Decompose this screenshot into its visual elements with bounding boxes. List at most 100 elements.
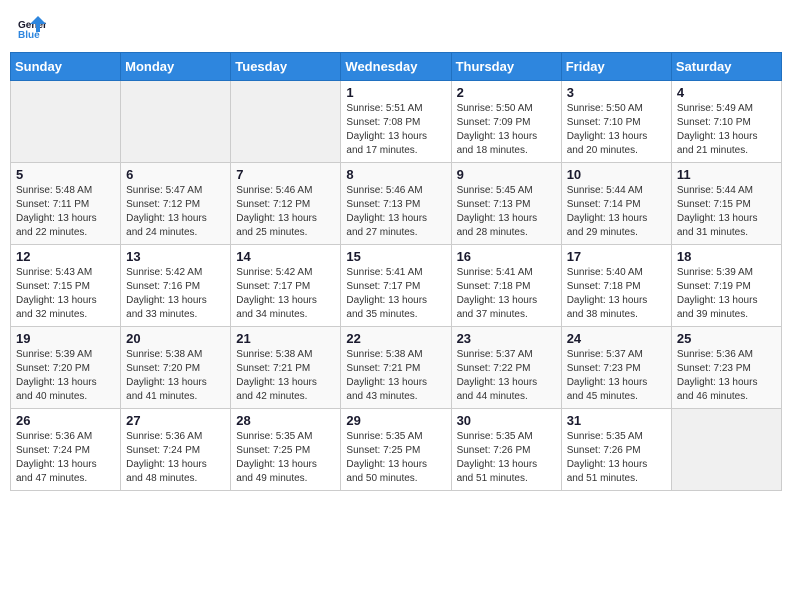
day-detail: Sunrise: 5:38 AM Sunset: 7:20 PM Dayligh… xyxy=(126,348,225,404)
day-detail: Sunrise: 5:35 AM Sunset: 7:26 PM Dayligh… xyxy=(457,430,556,486)
calendar-cell: 1Sunrise: 5:51 AM Sunset: 7:08 PM Daylig… xyxy=(341,81,451,163)
day-number: 25 xyxy=(677,331,776,346)
day-detail: Sunrise: 5:46 AM Sunset: 7:13 PM Dayligh… xyxy=(346,184,445,240)
day-number: 31 xyxy=(567,413,666,428)
calendar-cell: 12Sunrise: 5:43 AM Sunset: 7:15 PM Dayli… xyxy=(11,245,121,327)
day-detail: Sunrise: 5:35 AM Sunset: 7:25 PM Dayligh… xyxy=(236,430,335,486)
calendar-cell: 29Sunrise: 5:35 AM Sunset: 7:25 PM Dayli… xyxy=(341,409,451,491)
calendar-cell xyxy=(231,81,341,163)
day-number: 2 xyxy=(457,85,556,100)
calendar-cell: 19 Sunrise: 5:39 AM Sunset: 7:20 PM Dayli… xyxy=(11,327,121,409)
day-detail: Sunrise: 5:41 AM Sunset: 7:18 PM Dayligh… xyxy=(457,266,556,322)
weekday-header-row: SundayMondayTuesdayWednesdayThursdayFrid… xyxy=(11,53,782,81)
day-detail: Sunrise: 5:37 AM Sunset: 7:22 PM Dayligh… xyxy=(457,348,556,404)
day-detail: Sunrise: 5:46 AM Sunset: 7:12 PM Dayligh… xyxy=(236,184,335,240)
day-number: 20 xyxy=(126,331,225,346)
calendar-cell: 5Sunrise: 5:48 AM Sunset: 7:11 PM Daylig… xyxy=(11,163,121,245)
calendar-cell: 18 Sunrise: 5:39 AM Sunset: 7:19 PM Dayli… xyxy=(671,245,781,327)
calendar-cell: 28 Sunrise: 5:35 AM Sunset: 7:25 PM Dayli… xyxy=(231,409,341,491)
day-number: 11 xyxy=(677,167,776,182)
weekday-header-monday: Monday xyxy=(121,53,231,81)
weekday-header-friday: Friday xyxy=(561,53,671,81)
day-number: 30 xyxy=(457,413,556,428)
day-number: 28 xyxy=(236,413,335,428)
calendar-cell: 4 Sunrise: 5:49 AM Sunset: 7:10 PM Daylig… xyxy=(671,81,781,163)
calendar-cell: 17Sunrise: 5:40 AM Sunset: 7:18 PM Dayli… xyxy=(561,245,671,327)
day-detail: Sunrise: 5:39 AM Sunset: 7:19 PM Dayligh… xyxy=(677,266,776,322)
calendar-cell: 2 Sunrise: 5:50 AM Sunset: 7:09 PM Daylig… xyxy=(451,81,561,163)
day-detail: Sunrise: 5:51 AM Sunset: 7:08 PM Dayligh… xyxy=(346,102,445,158)
day-number: 24 xyxy=(567,331,666,346)
day-detail: Sunrise: 5:44 AM Sunset: 7:15 PM Dayligh… xyxy=(677,184,776,240)
page-header: General Blue xyxy=(10,10,782,46)
calendar-week-4: 19 Sunrise: 5:39 AM Sunset: 7:20 PM Dayli… xyxy=(11,327,782,409)
weekday-header-saturday: Saturday xyxy=(671,53,781,81)
calendar-cell: 15Sunrise: 5:41 AM Sunset: 7:17 PM Dayli… xyxy=(341,245,451,327)
calendar-cell: 30 Sunrise: 5:35 AM Sunset: 7:26 PM Dayli… xyxy=(451,409,561,491)
day-detail: Sunrise: 5:47 AM Sunset: 7:12 PM Dayligh… xyxy=(126,184,225,240)
day-number: 14 xyxy=(236,249,335,264)
day-detail: Sunrise: 5:38 AM Sunset: 7:21 PM Dayligh… xyxy=(346,348,445,404)
weekday-header-wednesday: Wednesday xyxy=(341,53,451,81)
calendar-cell: 8 Sunrise: 5:46 AM Sunset: 7:13 PM Daylig… xyxy=(341,163,451,245)
calendar-cell: 14Sunrise: 5:42 AM Sunset: 7:17 PM Dayli… xyxy=(231,245,341,327)
day-detail: Sunrise: 5:49 AM Sunset: 7:10 PM Dayligh… xyxy=(677,102,776,158)
calendar-cell: 9Sunrise: 5:45 AM Sunset: 7:13 PM Daylig… xyxy=(451,163,561,245)
day-number: 10 xyxy=(567,167,666,182)
day-number: 26 xyxy=(16,413,115,428)
day-number: 15 xyxy=(346,249,445,264)
calendar-cell: 3 Sunrise: 5:50 AM Sunset: 7:10 PM Daylig… xyxy=(561,81,671,163)
day-number: 16 xyxy=(457,249,556,264)
day-number: 23 xyxy=(457,331,556,346)
day-number: 4 xyxy=(677,85,776,100)
calendar-cell xyxy=(121,81,231,163)
calendar-table: SundayMondayTuesdayWednesdayThursdayFrid… xyxy=(10,52,782,491)
calendar-cell: 20 Sunrise: 5:38 AM Sunset: 7:20 PM Dayli… xyxy=(121,327,231,409)
day-detail: Sunrise: 5:37 AM Sunset: 7:23 PM Dayligh… xyxy=(567,348,666,404)
calendar-cell: 13 Sunrise: 5:42 AM Sunset: 7:16 PM Dayli… xyxy=(121,245,231,327)
calendar-cell: 10 Sunrise: 5:44 AM Sunset: 7:14 PM Dayli… xyxy=(561,163,671,245)
day-number: 21 xyxy=(236,331,335,346)
day-detail: Sunrise: 5:44 AM Sunset: 7:14 PM Dayligh… xyxy=(567,184,666,240)
logo-icon: General Blue xyxy=(18,14,46,42)
day-number: 6 xyxy=(126,167,225,182)
day-detail: Sunrise: 5:36 AM Sunset: 7:24 PM Dayligh… xyxy=(126,430,225,486)
calendar-header: SundayMondayTuesdayWednesdayThursdayFrid… xyxy=(11,53,782,81)
day-detail: Sunrise: 5:36 AM Sunset: 7:23 PM Dayligh… xyxy=(677,348,776,404)
day-detail: Sunrise: 5:50 AM Sunset: 7:10 PM Dayligh… xyxy=(567,102,666,158)
weekday-header-tuesday: Tuesday xyxy=(231,53,341,81)
calendar-cell: 27Sunrise: 5:36 AM Sunset: 7:24 PM Dayli… xyxy=(121,409,231,491)
calendar-cell: 26 Sunrise: 5:36 AM Sunset: 7:24 PM Dayli… xyxy=(11,409,121,491)
calendar-cell: 11 Sunrise: 5:44 AM Sunset: 7:15 PM Dayli… xyxy=(671,163,781,245)
day-number: 3 xyxy=(567,85,666,100)
calendar-cell: 21 Sunrise: 5:38 AM Sunset: 7:21 PM Dayli… xyxy=(231,327,341,409)
day-detail: Sunrise: 5:50 AM Sunset: 7:09 PM Dayligh… xyxy=(457,102,556,158)
calendar-week-5: 26 Sunrise: 5:36 AM Sunset: 7:24 PM Dayli… xyxy=(11,409,782,491)
day-number: 19 xyxy=(16,331,115,346)
weekday-header-thursday: Thursday xyxy=(451,53,561,81)
calendar-cell: 22Sunrise: 5:38 AM Sunset: 7:21 PM Dayli… xyxy=(341,327,451,409)
day-number: 7 xyxy=(236,167,335,182)
day-detail: Sunrise: 5:38 AM Sunset: 7:21 PM Dayligh… xyxy=(236,348,335,404)
calendar-cell: 7 Sunrise: 5:46 AM Sunset: 7:12 PM Daylig… xyxy=(231,163,341,245)
calendar-cell: 16 Sunrise: 5:41 AM Sunset: 7:18 PM Dayli… xyxy=(451,245,561,327)
day-number: 8 xyxy=(346,167,445,182)
day-detail: Sunrise: 5:48 AM Sunset: 7:11 PM Dayligh… xyxy=(16,184,115,240)
day-number: 12 xyxy=(16,249,115,264)
calendar-cell: 6 Sunrise: 5:47 AM Sunset: 7:12 PM Daylig… xyxy=(121,163,231,245)
calendar-cell: 25 Sunrise: 5:36 AM Sunset: 7:23 PM Dayli… xyxy=(671,327,781,409)
calendar-week-1: 1Sunrise: 5:51 AM Sunset: 7:08 PM Daylig… xyxy=(11,81,782,163)
day-detail: Sunrise: 5:45 AM Sunset: 7:13 PM Dayligh… xyxy=(457,184,556,240)
calendar-cell xyxy=(671,409,781,491)
calendar-cell: 24 Sunrise: 5:37 AM Sunset: 7:23 PM Dayli… xyxy=(561,327,671,409)
day-number: 18 xyxy=(677,249,776,264)
day-number: 29 xyxy=(346,413,445,428)
calendar-cell: 23 Sunrise: 5:37 AM Sunset: 7:22 PM Dayli… xyxy=(451,327,561,409)
day-detail: Sunrise: 5:35 AM Sunset: 7:26 PM Dayligh… xyxy=(567,430,666,486)
day-detail: Sunrise: 5:36 AM Sunset: 7:24 PM Dayligh… xyxy=(16,430,115,486)
day-detail: Sunrise: 5:42 AM Sunset: 7:16 PM Dayligh… xyxy=(126,266,225,322)
day-number: 13 xyxy=(126,249,225,264)
calendar-week-3: 12Sunrise: 5:43 AM Sunset: 7:15 PM Dayli… xyxy=(11,245,782,327)
day-detail: Sunrise: 5:40 AM Sunset: 7:18 PM Dayligh… xyxy=(567,266,666,322)
day-detail: Sunrise: 5:39 AM Sunset: 7:20 PM Dayligh… xyxy=(16,348,115,404)
